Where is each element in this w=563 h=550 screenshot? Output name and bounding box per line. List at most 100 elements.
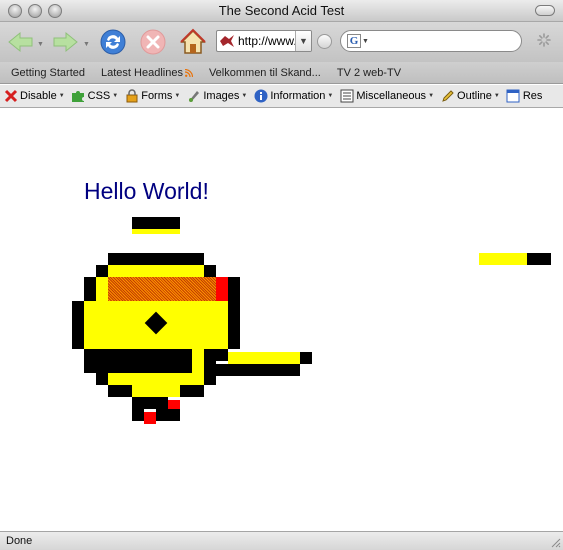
loading-throbber-icon (537, 33, 551, 47)
eye-bar-yellow (132, 229, 180, 234)
search-bar[interactable]: G ▼ (340, 30, 522, 52)
bookmarks-toolbar: Getting Started Latest Headlines Velkomm… (0, 62, 563, 84)
base-black-left (132, 409, 144, 421)
forward-button[interactable] (50, 27, 80, 57)
dev-menu-label: Forms (141, 90, 173, 102)
bookmark-getting-started[interactable]: Getting Started (11, 67, 85, 79)
rss-feed-icon (184, 68, 193, 77)
bottom-black-left (132, 397, 168, 409)
smile-black-left (84, 349, 192, 373)
menu-arrow-icon: ▼ (428, 93, 435, 99)
base-red-square (144, 412, 156, 424)
menu-arrow-icon: ▼ (327, 93, 334, 99)
list-icon (339, 89, 354, 104)
chin-lower-right-outline (180, 385, 204, 397)
dev-menu-label: Miscellaneous (356, 90, 427, 102)
bookmark-label: Latest Headlines (101, 66, 183, 79)
window-titlebar: The Second Acid Test (0, 0, 563, 22)
chin-lower-left-outline (108, 385, 132, 397)
status-bar: Done (0, 531, 563, 550)
chin-upper-fill (108, 373, 204, 385)
chin-right-outline (204, 373, 216, 385)
dev-menu-css[interactable]: CSS ▼ (71, 89, 119, 104)
menu-arrow-icon: ▼ (58, 93, 65, 99)
home-icon (180, 28, 206, 54)
url-input[interactable] (238, 34, 298, 48)
dev-menu-resize[interactable]: Res (506, 89, 543, 104)
right-bar-yellow (479, 253, 527, 265)
dev-menu-miscellaneous[interactable]: Miscellaneous ▼ (339, 89, 434, 104)
bookmark-velkommen[interactable]: Velkommen til Skand... (209, 67, 321, 79)
pointer-bar-yellow (228, 352, 300, 364)
menu-arrow-icon: ▼ (112, 93, 119, 99)
right-bar-black (527, 253, 551, 265)
reload-button[interactable] (98, 27, 128, 57)
chin-left-outline (96, 373, 108, 385)
site-favicon-icon (220, 35, 234, 47)
back-history-dropdown-icon[interactable]: ▼ (37, 41, 44, 48)
dev-menu-disable[interactable]: Disable ▼ (3, 89, 65, 104)
pointer-bar-underline (216, 364, 300, 376)
dev-menu-label: Outline (457, 90, 492, 102)
bookmark-tv2-web-tv[interactable]: TV 2 web-TV (337, 67, 401, 79)
page-content: Hello World! (0, 109, 563, 531)
window-title: The Second Acid Test (218, 3, 345, 18)
head-upper-right (204, 265, 216, 277)
google-search-engine-icon[interactable]: G (347, 34, 361, 48)
dev-menu-label: Disable (20, 90, 57, 102)
menu-arrow-icon: ▼ (241, 93, 248, 99)
dev-menu-information[interactable]: Information ▼ (253, 89, 333, 104)
menu-arrow-icon: ▼ (174, 93, 181, 99)
dev-menu-outline[interactable]: Outline ▼ (440, 89, 500, 104)
forward-arrow-icon (53, 31, 78, 53)
red-x-icon (3, 89, 18, 104)
head-side-left-1 (84, 277, 96, 301)
stop-button[interactable] (138, 27, 168, 57)
stop-icon (140, 29, 166, 55)
resize-window-icon (506, 89, 521, 104)
toolbar-toggle-button[interactable] (535, 5, 555, 16)
menu-arrow-icon: ▼ (493, 93, 500, 99)
forehead-pattern (108, 277, 216, 301)
base-black-right (156, 409, 180, 421)
back-button[interactable] (6, 27, 36, 57)
reload-icon (100, 29, 126, 55)
dev-menu-forms[interactable]: Forms ▼ (124, 89, 180, 104)
bookmark-latest-headlines[interactable]: Latest Headlines (101, 67, 193, 79)
head-side-left-2 (72, 301, 84, 349)
pointer-bar-tip (300, 352, 312, 364)
head-upper-left (96, 265, 108, 277)
puzzle-piece-icon (71, 89, 86, 104)
pencil-icon (440, 89, 455, 104)
dev-menu-label: Information (270, 90, 326, 102)
smile-black-right (204, 349, 228, 361)
page-heading: Hello World! (84, 178, 209, 204)
status-text: Done (6, 535, 33, 547)
smile-yellow-gap (192, 349, 204, 373)
info-icon (253, 89, 268, 104)
search-input[interactable] (372, 34, 513, 48)
chin-lower-fill (132, 385, 180, 397)
resize-grip-icon[interactable] (549, 536, 561, 548)
web-developer-toolbar: Disable ▼ CSS ▼ Forms ▼ Images ▼ Information… (0, 85, 563, 108)
home-button[interactable] (178, 27, 208, 57)
url-history-dropdown-icon[interactable]: ▼ (295, 31, 311, 51)
head-top-outline (108, 253, 204, 265)
head-upper-fill (108, 265, 204, 277)
dev-menu-label: CSS (87, 90, 111, 102)
head-side-right-2 (228, 301, 240, 349)
go-button[interactable] (317, 34, 332, 49)
dev-menu-label: Res (522, 90, 543, 102)
back-arrow-icon (8, 31, 33, 53)
forward-history-dropdown-icon[interactable]: ▼ (83, 41, 90, 48)
dev-menu-images[interactable]: Images ▼ (186, 89, 247, 104)
address-bar[interactable]: ▼ (216, 30, 312, 52)
forehead-red-right (216, 277, 228, 301)
search-engine-dropdown-icon[interactable]: ▼ (362, 38, 369, 45)
head-side-right-1 (228, 277, 240, 301)
eye-bar-black (132, 217, 180, 229)
forehead-yellow-left (96, 277, 108, 301)
navigation-toolbar: ▼ ▼ ▼ G ▼ (0, 22, 563, 62)
dev-menu-label: Images (203, 90, 240, 102)
image-brush-icon (186, 89, 201, 104)
